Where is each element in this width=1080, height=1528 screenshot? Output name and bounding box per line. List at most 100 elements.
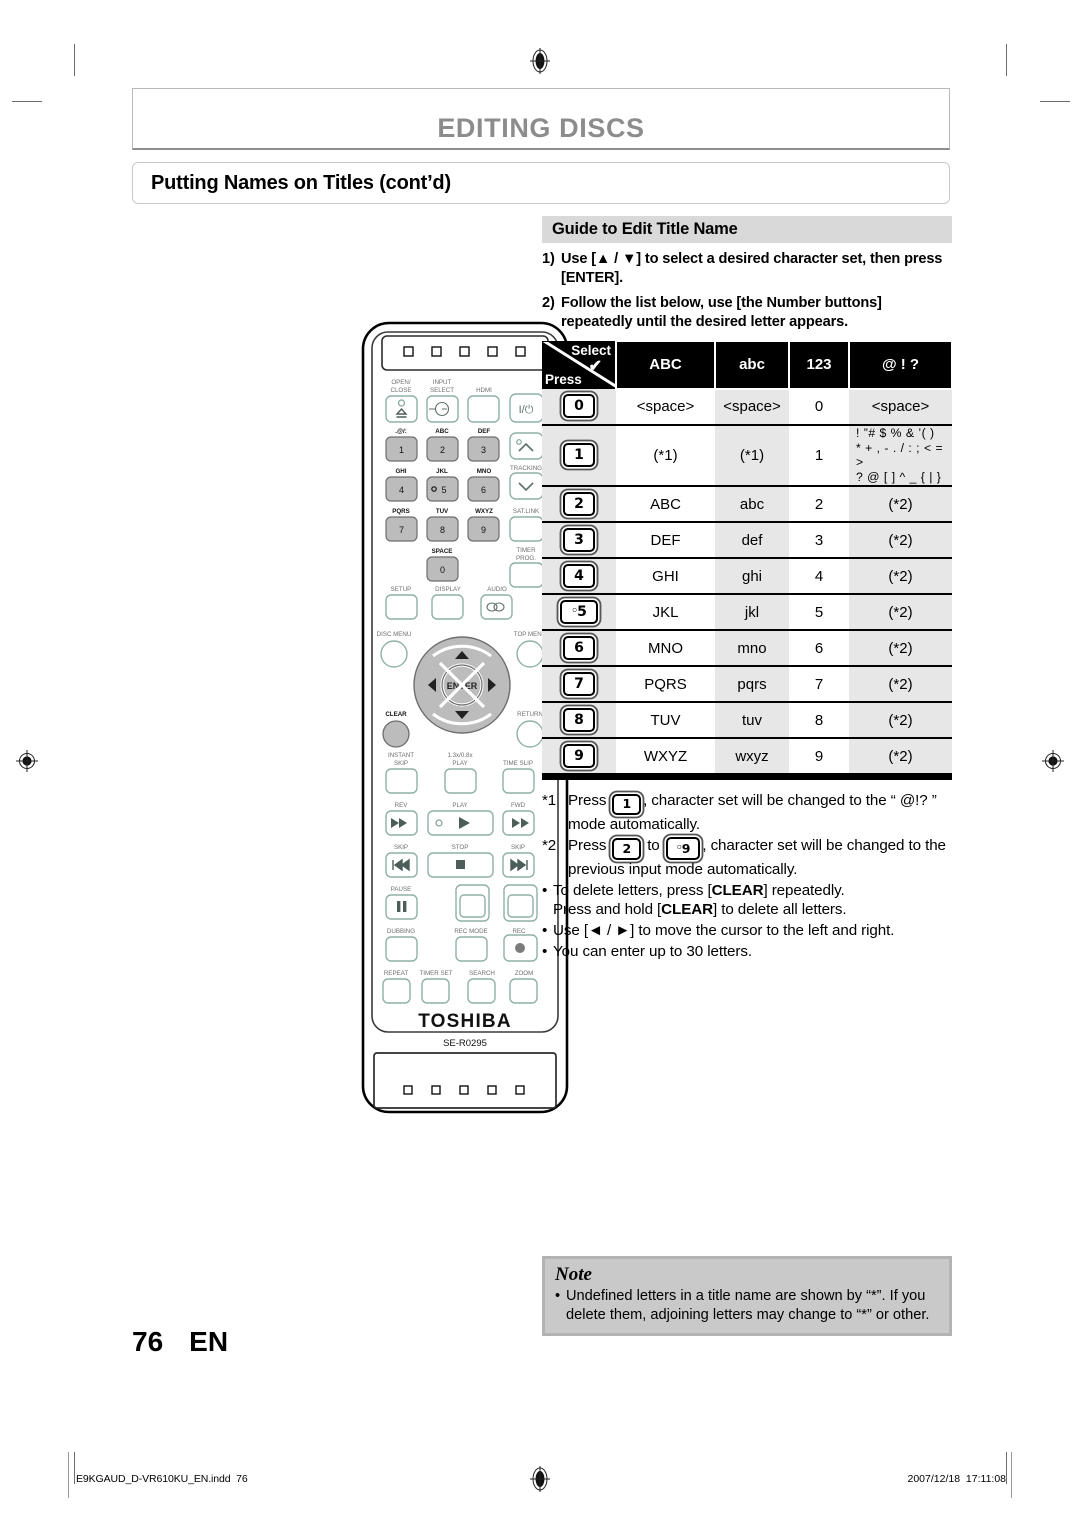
key-cell: 1: [542, 423, 616, 487]
clear-key-label: CLEAR: [711, 881, 764, 899]
cell-123: 4: [789, 557, 849, 595]
cell-abc: MNO: [616, 629, 715, 667]
cell-abc: <space>: [616, 388, 715, 425]
cell-123: 6: [789, 629, 849, 667]
cell-abc-lower: abc: [715, 485, 789, 523]
cell-symbols: (*2): [849, 701, 952, 739]
cell-123: 2: [789, 485, 849, 523]
crop-mark-top-right: [1006, 44, 1007, 76]
cell-123: 7: [789, 665, 849, 703]
key-cell: 7: [542, 665, 616, 703]
cell-123: 5: [789, 593, 849, 631]
svg-text:8: 8: [440, 525, 445, 535]
keycap-1: 1: [563, 443, 595, 468]
cell-abc-lower: (*1): [715, 423, 789, 487]
svg-text:TIMER SET: TIMER SET: [419, 970, 452, 977]
keycap-9: 9: [563, 744, 595, 769]
note-text: Undefined letters in a title name are sh…: [566, 1288, 930, 1323]
character-set-table: Select ✔ Press ABC abc 123 @ ! ? 0 <space…: [542, 339, 953, 774]
step-2-number: 2): [542, 295, 555, 312]
svg-text:SE-R0295: SE-R0295: [443, 1038, 487, 1049]
footnote-1: *1 Press 1, character set will be change…: [542, 791, 952, 835]
cell-abc: (*1): [616, 423, 715, 487]
cell-abc-lower: <space>: [715, 388, 789, 425]
table-header-row: Select ✔ Press ABC abc 123 @ ! ?: [542, 339, 953, 390]
cell-abc: ABC: [616, 485, 715, 523]
page-number-value: 76: [132, 1326, 164, 1357]
cell-symbols: (*2): [849, 665, 952, 703]
svg-text:3: 3: [481, 445, 486, 455]
step-1-text: Use [▲ / ▼] to select a desired characte…: [561, 251, 943, 286]
svg-text:GHI: GHI: [395, 468, 406, 475]
svg-text:DUBBING: DUBBING: [387, 928, 415, 935]
footnote-2-pre: Press: [568, 836, 607, 854]
column-header-123: 123: [788, 339, 850, 390]
key-cell: 6: [542, 629, 616, 667]
cell-abc-lower: def: [715, 521, 789, 559]
svg-text:DISPLAY: DISPLAY: [435, 586, 461, 593]
key-cell: 8: [542, 701, 616, 739]
svg-text:7: 7: [399, 525, 404, 535]
note-title: Note: [555, 1264, 592, 1285]
svg-text:WXYZ: WXYZ: [475, 508, 493, 515]
limit-text: You can enter up to 30 letters.: [553, 942, 752, 960]
clear-text-b: ] repeatedly.: [763, 881, 845, 899]
meta-page: 76: [236, 1473, 248, 1485]
corner-press-label: Press: [545, 371, 582, 387]
keycap-0: 0: [563, 394, 595, 419]
svg-text:TOSHIBA: TOSHIBA: [418, 1011, 512, 1032]
cell-symbols: (*2): [849, 485, 952, 523]
cell-abc: GHI: [616, 557, 715, 595]
column-header-symbols: @ ! ?: [848, 339, 953, 390]
svg-text:SKIP: SKIP: [511, 844, 525, 851]
keycap-3: 3: [563, 528, 595, 553]
check-icon: ✔: [588, 357, 602, 375]
svg-text:SEARCH: SEARCH: [469, 970, 495, 977]
keycap-9: 9: [665, 837, 701, 860]
footnote-1-label: *1: [542, 792, 557, 810]
cell-symbols: ! ”# $ % & ’( ) * + , - . / : ; < = >? @ …: [849, 423, 952, 487]
step-1-number: 1): [542, 251, 555, 267]
svg-text:1.3x/0.8x: 1.3x/0.8x: [447, 752, 473, 759]
cell-symbols: (*2): [849, 737, 952, 774]
svg-text:RETURN: RETURN: [517, 711, 543, 718]
svg-text:PLAY: PLAY: [452, 760, 467, 767]
svg-text:SPACE: SPACE: [432, 548, 453, 555]
crop-mark-top-left: [74, 44, 75, 76]
meta-filename: E9KGAUD_D-VR610KU_EN.indd 76: [76, 1473, 248, 1485]
svg-text:SKIP: SKIP: [394, 760, 408, 767]
footnote-2-mid: to: [647, 836, 660, 854]
meta-date: 2007/12/18: [907, 1473, 961, 1485]
keycap-6: 6: [563, 636, 595, 661]
svg-text:5: 5: [441, 485, 446, 495]
meta-file: E9KGAUD_D-VR610KU_EN.indd: [76, 1473, 231, 1485]
cell-abc-lower: ghi: [715, 557, 789, 595]
key-cell: 3: [542, 521, 616, 559]
key-cell: 0: [542, 388, 616, 425]
bullet-clear: • To delete letters, press [CLEAR] repea…: [542, 881, 952, 921]
svg-text:REC MODE: REC MODE: [454, 928, 487, 935]
cell-symbols: (*2): [849, 557, 952, 595]
svg-text:INPUT: INPUT: [433, 379, 452, 386]
svg-text:PROG.: PROG.: [516, 555, 536, 562]
svg-text:REPEAT: REPEAT: [384, 970, 409, 977]
key-cell: 4: [542, 557, 616, 595]
column-header-abc-lower: abc: [714, 339, 790, 390]
clear-text-d: ] to delete all letters.: [712, 901, 847, 919]
registration-mark-left: [16, 750, 38, 772]
table-bottom-rule: [542, 773, 952, 781]
footnote-2-label: *2: [542, 836, 557, 854]
svg-text:CLEAR: CLEAR: [385, 711, 407, 718]
column-header-abc: ABC: [615, 339, 716, 390]
cell-abc-lower: jkl: [715, 593, 789, 631]
cell-123: 3: [789, 521, 849, 559]
cell-123: 1: [789, 423, 849, 487]
bullet-icon: •: [542, 922, 548, 940]
svg-text:.@/:: .@/:: [395, 428, 407, 435]
svg-text:FWD: FWD: [511, 802, 526, 809]
table-row: 0 <space> <space> 0 <space>: [542, 388, 952, 425]
svg-text:SETUP: SETUP: [391, 586, 412, 593]
svg-text:AUDIO: AUDIO: [487, 586, 507, 593]
bullet-limit: • You can enter up to 30 letters.: [542, 942, 952, 962]
svg-text:SKIP: SKIP: [394, 844, 408, 851]
